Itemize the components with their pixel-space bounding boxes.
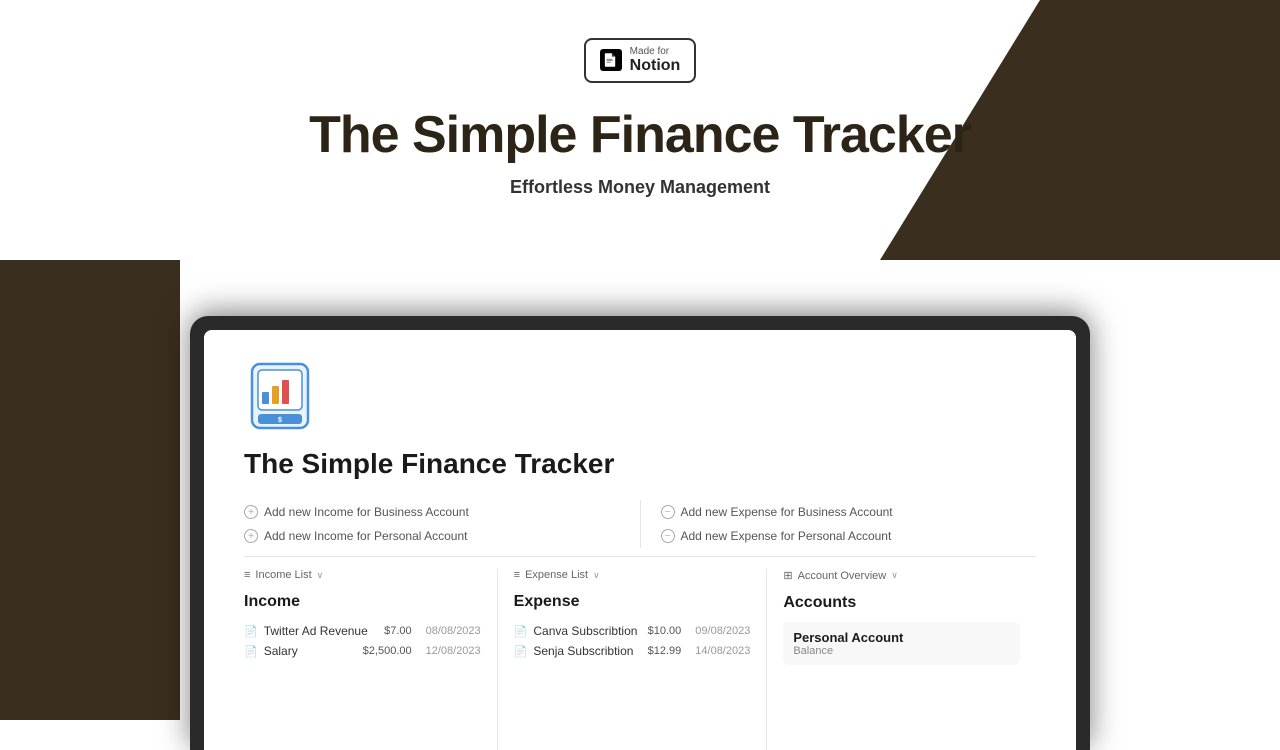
notion-icon [600,49,622,71]
income-row1-amount: $7.00 [384,625,412,637]
plus-icon: + [244,505,258,519]
add-expense-business-btn[interactable]: − Add new Expense for Business Account [661,500,1037,524]
notion-content: $ The Simple Finance Tracker + Add new I… [204,330,1076,750]
income-list-icon: ≡ [244,569,250,581]
accounts-header: ⊞ Account Overview ∨ [783,569,1020,586]
income-row-2: 📄 Salary $2,500.00 12/08/2023 [244,641,481,661]
accounts-col: ⊞ Account Overview ∨ Accounts Personal A… [767,569,1036,750]
income-row1-date: 08/08/2023 [426,625,481,637]
expense-row2-name: Senja Subscribtion [533,644,641,658]
accounts-arrow: ∨ [891,570,898,581]
add-income-personal-btn[interactable]: + Add new Income for Personal Account [244,524,620,548]
expense-list-icon: ≡ [514,569,520,581]
income-list-label: Income List [255,569,311,581]
laptop-screen: $ The Simple Finance Tracker + Add new I… [204,330,1076,750]
made-for-label: Made for [630,46,681,57]
add-income-personal-label: Add new Income for Personal Account [264,529,467,543]
accounts-section-title: Accounts [783,594,1020,612]
app-icon: $ [244,360,316,432]
add-expense-business-label: Add new Expense for Business Account [681,505,893,519]
plus-icon-2: + [244,529,258,543]
income-row-1: 📄 Twitter Ad Revenue $7.00 08/08/2023 [244,621,481,641]
add-expense-personal-btn[interactable]: − Add new Expense for Personal Account [661,524,1037,548]
add-income-business-label: Add new Income for Business Account [264,505,469,519]
income-row2-date: 12/08/2023 [426,645,481,657]
expense-action-col: − Add new Expense for Business Account −… [641,500,1037,548]
expense-row-2: 📄 Senja Subscribtion $12.99 14/08/2023 [514,641,751,661]
laptop-container: $ The Simple Finance Tracker + Add new I… [190,316,1090,750]
personal-account-card: Personal Account Balance [783,622,1020,665]
expense-row2-date: 14/08/2023 [695,645,750,657]
add-expense-personal-label: Add new Expense for Personal Account [681,529,892,543]
income-row2-icon: 📄 [244,645,258,658]
notion-badge-text: Made for Notion [630,46,681,75]
add-income-business-btn[interactable]: + Add new Income for Business Account [244,500,620,524]
data-section: ≡ Income List ∨ Income 📄 Twitter Ad Reve… [244,569,1036,750]
action-buttons-row: + Add new Income for Business Account + … [244,500,1036,557]
bg-dark-bottom-left [0,260,180,720]
expense-list-arrow: ∨ [593,570,600,581]
notion-badge: Made for Notion [584,38,697,83]
notion-page-title: The Simple Finance Tracker [244,448,1036,480]
expense-col: ≡ Expense List ∨ Expense 📄 Canva Subscri… [498,569,768,750]
income-col: ≡ Income List ∨ Income 📄 Twitter Ad Reve… [244,569,498,750]
personal-account-balance-label: Balance [793,645,1010,657]
income-row1-icon: 📄 [244,625,258,638]
expense-section-title: Expense [514,593,751,611]
page-title: The Simple Finance Tracker [309,105,971,165]
income-list-arrow: ∨ [317,570,324,581]
svg-text:$: $ [278,417,282,424]
income-section-title: Income [244,593,481,611]
minus-icon-2: − [661,529,675,543]
accounts-icon: ⊞ [783,569,792,582]
expense-header: ≡ Expense List ∨ [514,569,751,585]
header: Made for Notion The Simple Finance Track… [0,0,1280,198]
expense-row1-date: 09/08/2023 [695,625,750,637]
page-subtitle: Effortless Money Management [510,177,770,198]
accounts-label: Account Overview [798,570,887,582]
expense-row1-amount: $10.00 [648,625,682,637]
notion-name-label: Notion [630,57,681,75]
expense-row2-amount: $12.99 [648,645,682,657]
minus-icon: − [661,505,675,519]
laptop-outer: $ The Simple Finance Tracker + Add new I… [190,316,1090,750]
income-header: ≡ Income List ∨ [244,569,481,585]
income-row2-amount: $2,500.00 [363,645,412,657]
personal-account-name: Personal Account [793,630,1010,645]
expense-row1-name: Canva Subscribtion [533,624,641,638]
income-action-col: + Add new Income for Business Account + … [244,500,641,548]
income-row1-name: Twitter Ad Revenue [264,624,378,638]
income-row2-name: Salary [264,644,357,658]
expense-list-label: Expense List [525,569,588,581]
expense-row1-icon: 📄 [514,625,528,638]
expense-row2-icon: 📄 [514,645,528,658]
expense-row-1: 📄 Canva Subscribtion $10.00 09/08/2023 [514,621,751,641]
